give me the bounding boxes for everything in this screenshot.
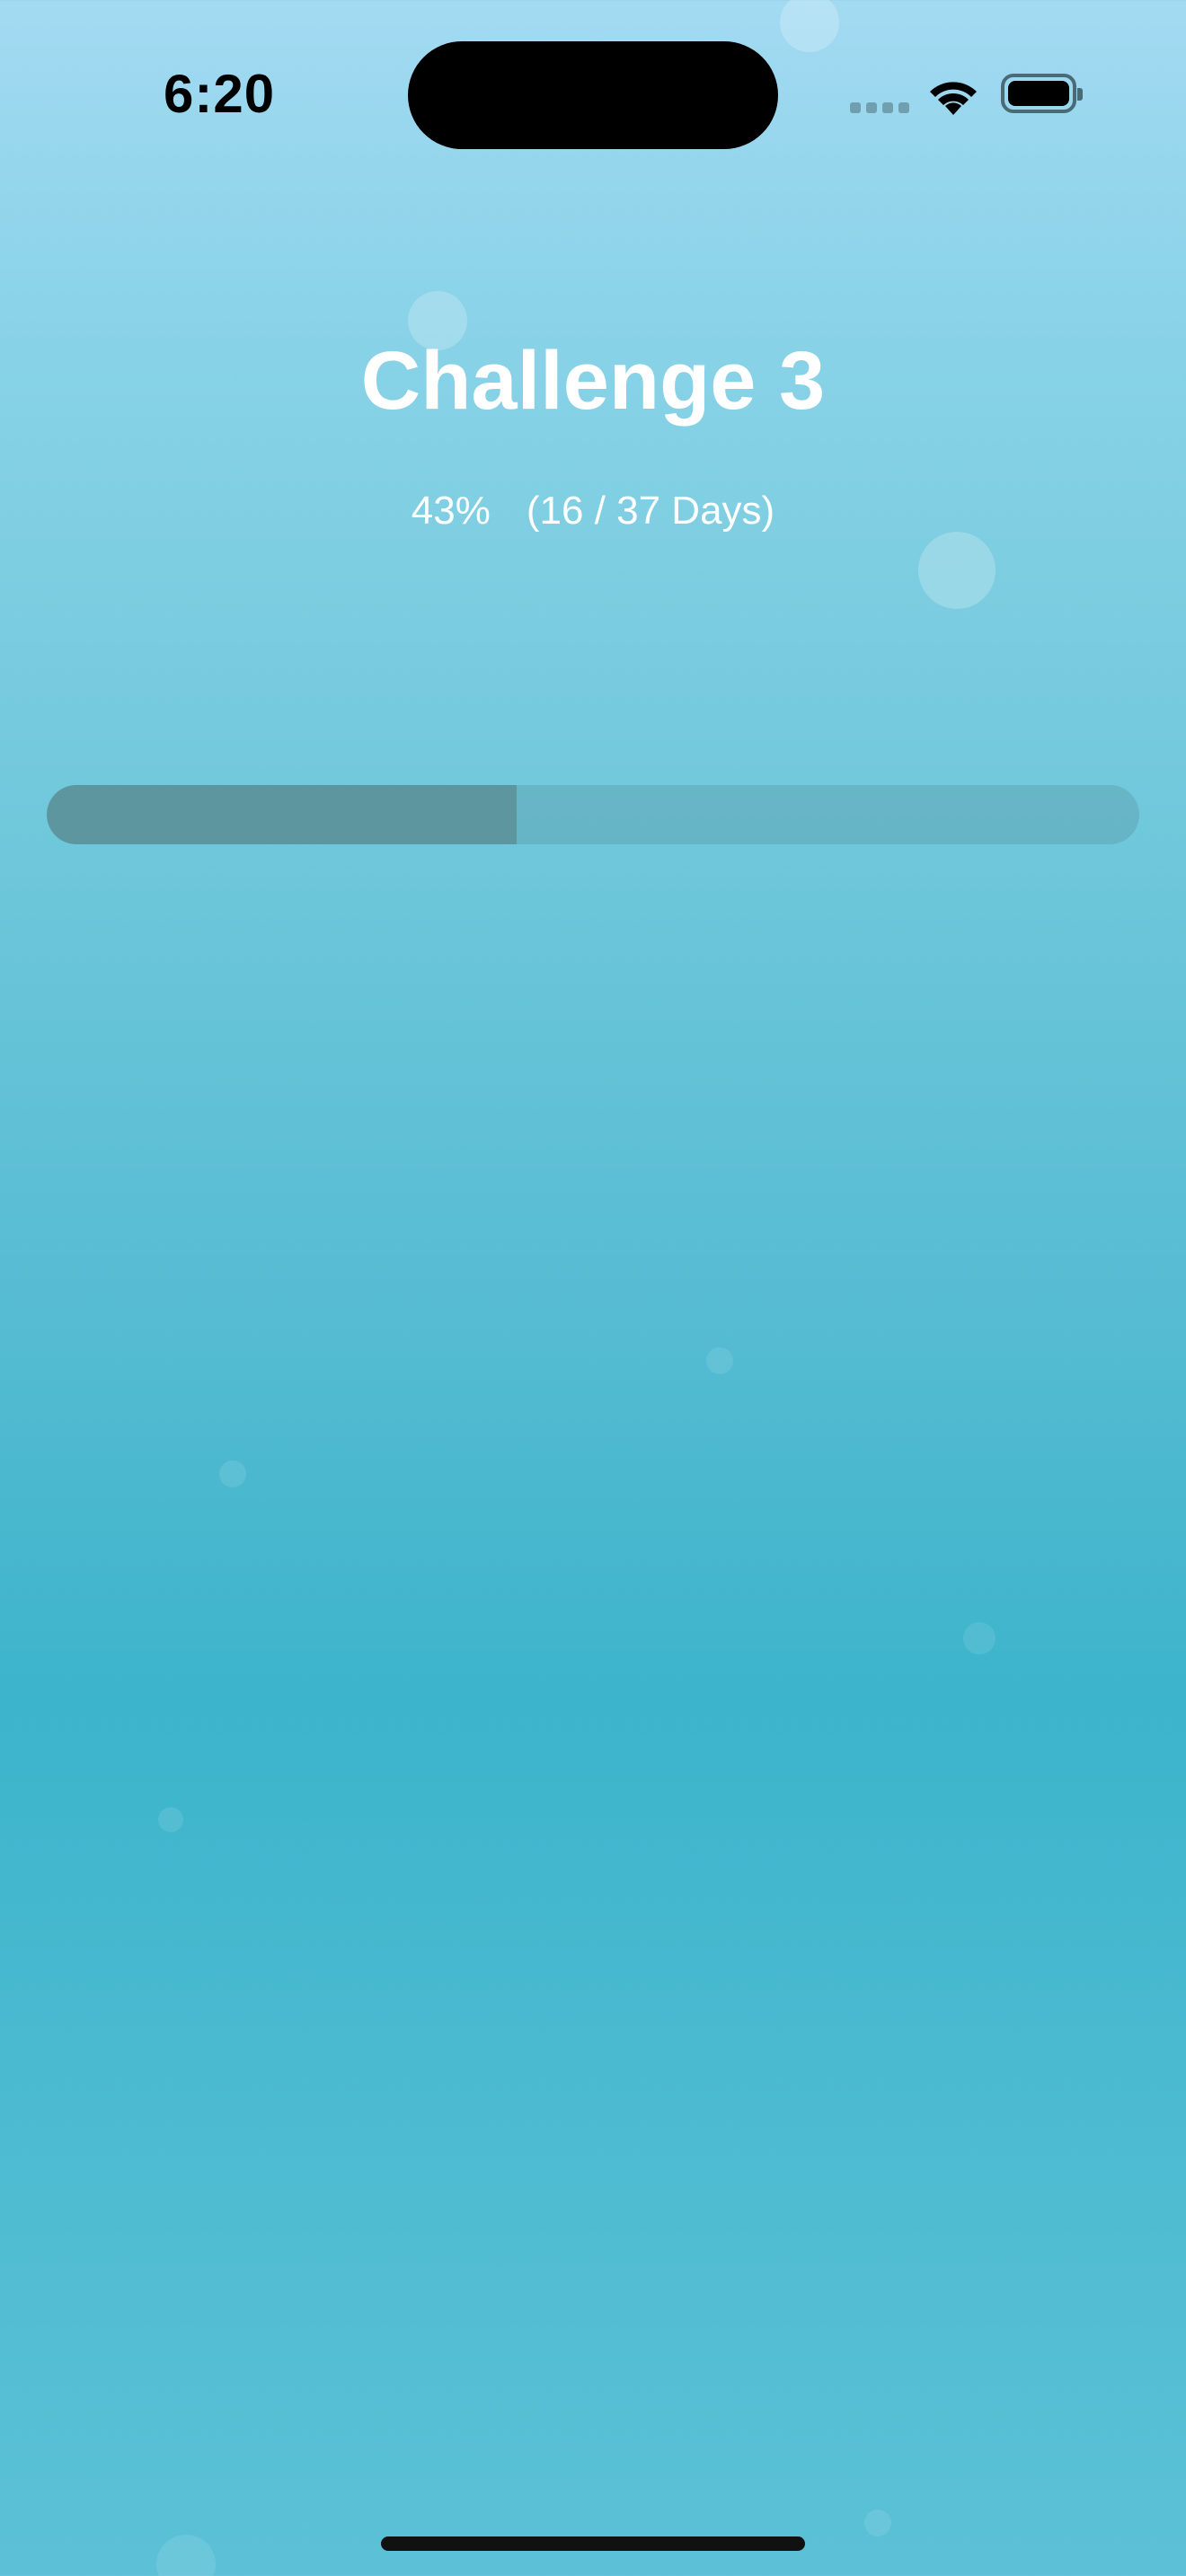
background-bubble (706, 1347, 733, 1374)
background-bubble (918, 532, 996, 609)
background-bubble (158, 1807, 183, 1832)
background-bubble (780, 0, 839, 52)
dynamic-island (408, 41, 778, 149)
background-bubble (156, 2535, 216, 2576)
battery-cap (1077, 88, 1083, 101)
cellular-signal-icon (850, 102, 909, 113)
progress-percent: 43% (411, 489, 491, 533)
home-indicator[interactable] (381, 2536, 805, 2551)
progress-bar-track (47, 785, 1139, 844)
progress-days: (16 / 37 Days) (526, 489, 775, 533)
background-bubble (864, 2510, 891, 2536)
status-bar-time: 6:20 (164, 64, 276, 124)
background-bubble (963, 1622, 996, 1654)
background-bubble (219, 1460, 246, 1487)
progress-summary: 43% (16 / 37 Days) (0, 489, 1186, 534)
battery-icon (1001, 74, 1076, 113)
challenge-title: Challenge 3 (360, 335, 826, 427)
wifi-icon (930, 82, 977, 115)
progress-bar-fill (47, 785, 517, 844)
